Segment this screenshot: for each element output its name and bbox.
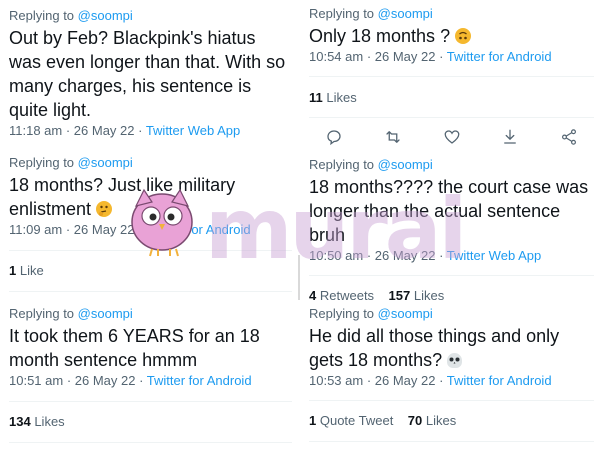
reply-handle-link[interactable]: @soompi [378,306,433,321]
divider [309,441,594,442]
tweet-source-link[interactable]: Twitter for Android [447,49,552,64]
tweet-timestamp[interactable]: 10:53 am · 26 May 22 · [309,373,447,388]
tweet-source-link[interactable]: Twitter Web App [146,123,240,138]
tweet-timestamp[interactable]: 10:54 am · 26 May 22 · [309,49,447,64]
tweet-meta: 10:53 am · 26 May 22 · Twitter for Andro… [309,373,594,389]
tweet-source-link[interactable]: Twitter for Android [447,373,552,388]
share-icon[interactable] [558,126,580,148]
replying-to-line: Replying to @soompi [309,157,594,173]
thinking-face-emoji-icon [96,201,113,217]
tweet-timestamp[interactable]: 11:18 am · 26 May 22 · [9,123,146,138]
reply-prefix: Replying to [9,8,75,23]
tweet-source-link[interactable]: Twitter for Android [147,373,252,388]
divider [309,400,594,401]
tweet-text: Out by Feb? Blackpink's hiatus was even … [9,28,286,120]
tweet-text: Only 18 months ? [309,24,594,48]
reply-handle-link[interactable]: @soompi [378,6,433,21]
tweet-source-link[interactable]: Twitter Web App [447,248,541,263]
tweet-timestamp[interactable]: 10:51 am · 26 May 22 · [9,373,147,388]
divider [309,275,594,276]
tweet-text: It took them 6 YEARS for an 18 month sen… [9,326,260,370]
retweets-stat[interactable]: 4 Retweets [309,288,374,303]
reply-prefix: Replying to [309,6,375,21]
tweet-timestamp[interactable]: 10:50 am · 26 May 22 · [309,248,447,263]
tweet-card-5: Replying to @soompi It took them 6 YEARS… [0,299,298,450]
divider [9,442,292,443]
tweet-meta: 10:50 am · 26 May 22 · Twitter Web App [309,248,594,264]
tweet-meta: 11:18 am · 26 May 22 · Twitter Web App [9,123,292,139]
replying-to-line: Replying to @soompi [9,8,292,24]
divider [9,401,292,402]
likes-stat[interactable]: 157 Likes [389,288,445,303]
tweet-card-4: Replying to @soompi 18 months???? the co… [300,155,600,305]
divider [309,117,594,118]
tweet-meta: 10:51 am · 26 May 22 · Twitter for Andro… [9,373,292,389]
collage-separator-vertical [298,255,300,300]
reply-handle-link[interactable]: @soompi [78,8,133,23]
replying-to-line: Replying to @soompi [9,155,292,171]
upside-down-face-emoji-icon [455,28,472,44]
reply-handle-link[interactable]: @soompi [378,157,433,172]
reply-prefix: Replying to [9,155,75,170]
tweet-card-2: Replying to @soompi Only 18 months ? 10:… [300,0,600,152]
tweet-text: He did all those things and only gets 18… [309,324,594,372]
divider [9,291,292,292]
like-icon[interactable] [441,126,463,148]
tweet-stats: 1 Like [9,263,292,279]
tweet-stats: 134 Likes [9,414,292,430]
likes-stat[interactable]: 134 Likes [9,414,65,429]
retweet-icon[interactable] [382,126,404,148]
tweet-text: 18 months???? the court case was longer … [309,177,589,245]
skull-emoji-icon [447,353,463,368]
replying-to-line: Replying to @soompi [309,6,594,22]
owl-mascot-icon [131,188,193,257]
reply-handle-link[interactable]: @soompi [78,306,133,321]
likes-stat[interactable]: 1 Like [9,263,44,278]
reply-prefix: Replying to [309,306,375,321]
quote-tweets-stat[interactable]: 1 Quote Tweet [309,413,393,428]
tweet-card-6: Replying to @soompi He did all those thi… [300,302,600,450]
reply-prefix: Replying to [9,306,75,321]
tweet-text-body: Only 18 months ? [309,26,451,46]
download-icon[interactable] [499,126,521,148]
likes-stat[interactable]: 70 Likes [408,413,456,428]
tweet-text-body: He did all those things and only gets 18… [309,326,560,370]
reply-icon[interactable] [323,126,345,148]
reply-prefix: Replying to [309,157,375,172]
tweet-stats: 11 Likes [309,90,594,106]
tweet-meta: 10:54 am · 26 May 22 · Twitter for Andro… [309,49,594,65]
tweet-card-1: Replying to @soompi Out by Feb? Blackpin… [0,0,298,145]
tweet-stats: 1 Quote Tweet 70 Likes [309,413,594,429]
tweet-text-fragment [9,299,292,302]
likes-stat[interactable]: 11 Likes [309,90,357,105]
replying-to-line: Replying to @soompi [9,306,292,322]
divider [309,76,594,77]
replying-to-line: Replying to @soompi [309,306,594,322]
tweet-actions [309,126,594,148]
reply-handle-link[interactable]: @soompi [78,155,133,170]
